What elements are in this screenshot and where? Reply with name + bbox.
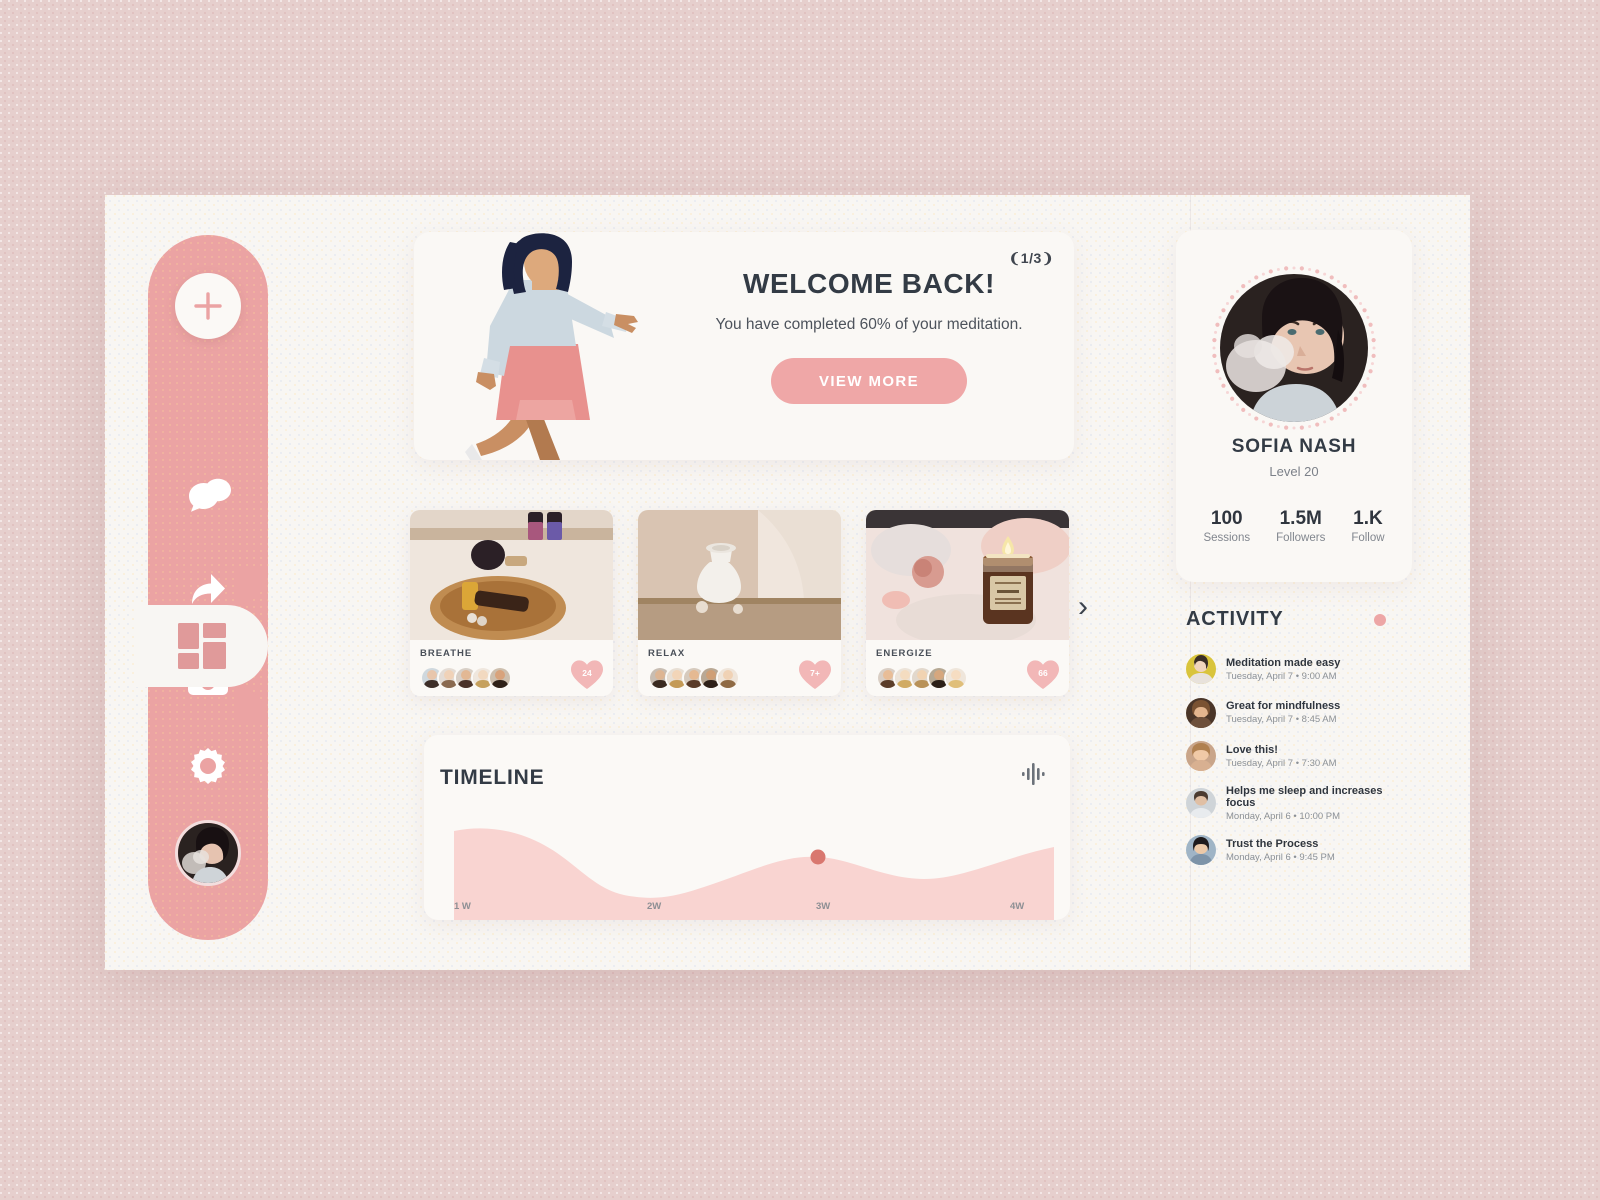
activity-message: Great for mindfulness — [1226, 700, 1341, 712]
equalizer-icon[interactable] — [1022, 763, 1048, 790]
category-card-list: BREATHE 24 RELAX 7+ ENERGIZE 66 — [410, 510, 1080, 700]
list-item[interactable]: Love this! Tuesday, April 7 • 7:30 AM — [1186, 741, 1412, 771]
sidebar-item-add[interactable] — [148, 263, 268, 349]
sidebar-item-settings[interactable] — [148, 723, 268, 809]
sidebar-nav-list — [136, 235, 268, 940]
like-badge[interactable]: 7+ — [798, 659, 832, 690]
share-arrow-icon — [185, 564, 231, 608]
activity-text: Meditation made easy Tuesday, April 7 • … — [1226, 657, 1340, 682]
page-title: WELCOME BACK! — [743, 268, 995, 299]
stat-label: Followers — [1276, 532, 1326, 544]
stat-followers: 1.5M Followers — [1276, 508, 1325, 544]
stat-sessions: 100 Sessions — [1203, 508, 1250, 544]
sidebar-item-messages[interactable] — [148, 453, 268, 539]
activity-message: Meditation made easy — [1226, 656, 1341, 669]
stat-label: Sessions — [1203, 532, 1251, 544]
category-label: ENERGIZE — [876, 648, 933, 659]
activity-title: ACTIVITY — [1186, 608, 1284, 630]
avatar — [1186, 654, 1216, 684]
stat-value: 1.K — [1353, 508, 1383, 529]
chart-data-point[interactable] — [810, 849, 826, 865]
next-cards-button[interactable]: › — [1078, 592, 1088, 622]
view-more-button[interactable]: VIEW MORE — [771, 358, 967, 405]
activity-text: Great for mindfulness Tuesday, April 7 •… — [1226, 700, 1340, 725]
avatar — [1186, 788, 1216, 818]
relax-meta: RELAX 7+ — [638, 640, 841, 696]
energize-photo — [866, 510, 1069, 640]
avatar — [716, 666, 740, 690]
category-card-relax[interactable]: RELAX 7+ — [638, 510, 841, 696]
category-label: BREATHE — [420, 648, 473, 659]
activity-timestamp: Monday, April 6 • 9:45 PM — [1226, 851, 1335, 863]
activity-text: Love this! Tuesday, April 7 • 7:30 AM — [1226, 744, 1337, 769]
activity-text: Trust the Process Monday, April 6 • 9:45… — [1226, 838, 1335, 863]
avatar — [1186, 697, 1216, 728]
list-item[interactable]: Great for mindfulness Tuesday, April 7 •… — [1186, 697, 1412, 728]
grid-icon — [178, 623, 226, 669]
carousel-pager[interactable]: ❨1/3❩ — [1009, 250, 1054, 267]
timeline-card: TIMELINE 1 W 2W 3W 4W — [424, 735, 1070, 920]
welcome-card: ❨1/3❩ WELCOME BACK! You have completed 6… — [414, 232, 1074, 460]
sidebar-avatar[interactable] — [175, 820, 241, 886]
category-card-energize[interactable]: ENERGIZE 66 — [866, 510, 1069, 696]
welcome-subtitle: You have completed 60% of your meditatio… — [715, 316, 1023, 333]
notification-dot-icon[interactable] — [1374, 614, 1386, 626]
breathe-photo — [410, 510, 613, 640]
profile-avatar[interactable] — [1220, 274, 1368, 422]
stat-value: 1.5M — [1279, 508, 1322, 529]
x-tick-2w: 2W — [647, 901, 662, 912]
like-badge[interactable]: 24 — [570, 659, 604, 690]
walking-woman-illustration — [420, 232, 650, 460]
activity-message: Love this! — [1226, 743, 1278, 756]
sidebar-item-dashboard[interactable] — [136, 605, 268, 687]
x-tick-4w: 4W — [1010, 901, 1025, 912]
category-label: RELAX — [648, 648, 686, 659]
category-card-breathe[interactable]: BREATHE 24 — [410, 510, 613, 696]
energize-meta: ENERGIZE 66 — [866, 640, 1069, 696]
avatar — [944, 666, 968, 690]
profile-name: SOFIA NASH — [1231, 436, 1357, 457]
chat-bubbles-icon — [185, 476, 231, 516]
list-item[interactable]: Meditation made easy Tuesday, April 7 • … — [1186, 654, 1412, 684]
stat-follow: 1.K Follow — [1351, 508, 1384, 544]
activity-message: Helps me sleep and increases focus — [1226, 784, 1383, 809]
profile-card: SOFIA NASH Level 20 100 Sessions 1.5M Fo… — [1176, 230, 1412, 582]
add-button[interactable] — [175, 273, 241, 339]
avatar-image — [178, 823, 238, 883]
like-count: 7+ — [810, 668, 820, 678]
avatar — [1186, 741, 1216, 771]
list-item[interactable]: Trust the Process Monday, April 6 • 9:45… — [1186, 835, 1412, 865]
profile-photo — [1220, 274, 1368, 422]
activity-text: Helps me sleep and increases focus Monda… — [1226, 785, 1412, 822]
breathe-meta: BREATHE 24 — [410, 640, 613, 696]
like-count: 66 — [1038, 668, 1048, 678]
gear-icon — [186, 744, 230, 788]
activity-timestamp: Tuesday, April 7 • 9:00 AM — [1226, 670, 1337, 682]
activity-timestamp: Tuesday, April 7 • 8:45 AM — [1226, 714, 1337, 725]
like-badge[interactable]: 66 — [1026, 659, 1060, 690]
profile-stats: 100 Sessions 1.5M Followers 1.K Follow — [1176, 508, 1412, 544]
activity-panel: ACTIVITY Meditation made easy Tuesday, A… — [1176, 596, 1412, 926]
avatar — [488, 666, 512, 690]
timeline-area-chart: 1 W 2W 3W 4W — [424, 795, 1070, 920]
sidebar — [136, 235, 268, 940]
like-count: 24 — [582, 668, 592, 678]
activity-timestamp: Tuesday, April 7 • 7:30 AM — [1226, 757, 1337, 769]
list-item[interactable]: Helps me sleep and increases focus Monda… — [1186, 785, 1412, 822]
x-tick-3w: 3W — [816, 901, 831, 912]
stat-value: 100 — [1210, 508, 1243, 529]
activity-timestamp: Monday, April 6 • 10:00 PM — [1226, 810, 1341, 822]
chart-marker-layer — [810, 849, 826, 865]
welcome-copy: WELCOME BACK! You have completed 60% of … — [669, 268, 1069, 405]
avatar — [1186, 835, 1216, 865]
relax-photo — [638, 510, 841, 640]
timeline-title: TIMELINE — [440, 766, 545, 789]
activity-list: Meditation made easy Tuesday, April 7 • … — [1186, 654, 1412, 879]
activity-message: Trust the Process — [1226, 837, 1319, 850]
x-tick-1w: 1 W — [454, 901, 471, 912]
plus-icon — [194, 292, 222, 320]
stat-label: Follow — [1351, 532, 1385, 544]
profile-level: Level 20 — [1269, 464, 1319, 479]
